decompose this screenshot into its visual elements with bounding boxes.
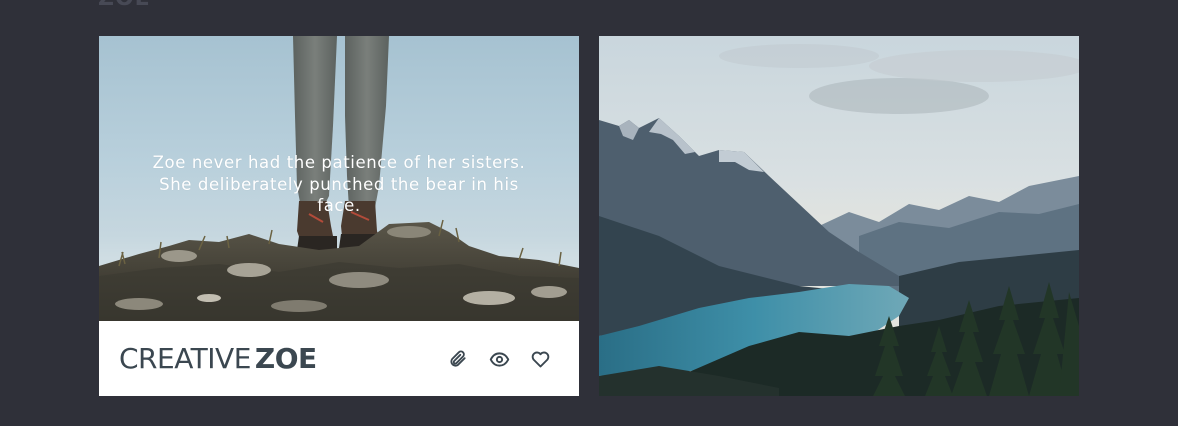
card-caption: Zoe never had the patience of her sister…	[152, 153, 526, 215]
eye-icon	[489, 351, 509, 367]
heart-icon	[531, 351, 549, 367]
card-photo: Zoe never had the patience of her sister…	[99, 36, 579, 321]
like-button[interactable]	[529, 348, 551, 370]
paperclip-icon	[450, 350, 466, 367]
logo-light-text: CREATIVE	[119, 342, 251, 375]
portfolio-card[interactable]: Zoe never had the patience of her sister…	[99, 36, 579, 396]
card-actions	[447, 348, 551, 370]
logo-bold-text: ZOE	[254, 342, 317, 375]
card-footer: CREATIVE ZOE	[99, 321, 579, 396]
creative-zoe-logo[interactable]: CREATIVE ZOE	[119, 345, 317, 373]
attach-button[interactable]	[447, 348, 469, 370]
view-button[interactable]	[488, 348, 510, 370]
page-heading: ZOE	[98, 0, 151, 11]
landscape-photo[interactable]	[599, 36, 1079, 396]
